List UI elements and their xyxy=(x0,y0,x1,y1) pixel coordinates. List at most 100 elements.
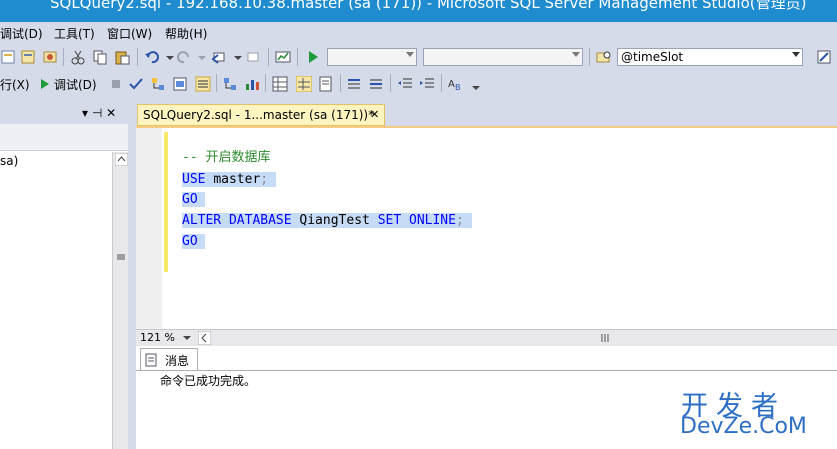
keyword-use: USE xyxy=(182,172,206,187)
scroll-grip-icon[interactable] xyxy=(116,252,126,262)
identifier-master: master xyxy=(213,172,261,187)
parameter-combo[interactable]: @timeSlot xyxy=(617,48,803,66)
toolbar-separator xyxy=(297,48,298,66)
svg-text:B: B xyxy=(455,83,461,92)
results-to-file-icon[interactable] xyxy=(318,76,334,92)
panel-splitter[interactable] xyxy=(128,104,136,449)
comment-lines-icon[interactable] xyxy=(346,76,362,92)
redo-icon[interactable] xyxy=(176,49,192,65)
menu-debug[interactable]: 调试(D) xyxy=(0,25,43,42)
change-tracking-bar xyxy=(164,132,168,272)
query-tools-icon[interactable] xyxy=(42,49,58,65)
results-to-grid-icon[interactable] xyxy=(272,76,288,92)
decrease-indent-icon[interactable] xyxy=(397,76,413,92)
hscroll-grip-icon[interactable] xyxy=(599,333,611,343)
toolbar-overflow-icon[interactable] xyxy=(468,78,484,94)
messages-tab-label: 消息 xyxy=(165,354,190,368)
cut-icon[interactable] xyxy=(70,49,86,65)
result-message: 命令已成功完成。 xyxy=(160,374,257,388)
tab-messages[interactable]: 消息 xyxy=(140,348,198,370)
toolbar-separator xyxy=(63,48,64,66)
execute-button[interactable]: 行(X) xyxy=(0,76,30,93)
redo-dropdown-icon[interactable] xyxy=(194,49,210,65)
tab-close-icon[interactable]: ✕ xyxy=(370,108,379,121)
client-stats-icon[interactable] xyxy=(244,76,260,92)
toolbar-separator xyxy=(340,74,341,92)
copy-icon[interactable] xyxy=(92,49,108,65)
identifier-qiangtest: QiangTest xyxy=(299,213,370,228)
results-to-text-icon[interactable] xyxy=(195,76,211,92)
activity-monitor-icon[interactable] xyxy=(275,49,291,65)
tab-sqlquery2[interactable]: SQLQuery2.sql - 1...master (sa (171))* ✕ xyxy=(137,104,385,126)
semicolon: ; xyxy=(260,172,269,187)
menu-help[interactable]: 帮助(H) xyxy=(165,25,207,42)
parse-checkmark-icon[interactable] xyxy=(128,76,144,92)
cancel-query-icon[interactable] xyxy=(108,76,124,92)
keyword-set-online: SET ONLINE xyxy=(377,213,456,228)
svg-text:A: A xyxy=(448,79,455,90)
navigate-forward-icon[interactable] xyxy=(246,49,262,65)
code-line-5: GO xyxy=(182,232,206,253)
tree-item[interactable]: sa) xyxy=(0,154,18,168)
navigate-dropdown-icon[interactable] xyxy=(230,49,246,65)
solution-config-combo[interactable] xyxy=(423,48,583,66)
object-explorer-header: ▾ ⊣ ✕ xyxy=(0,104,132,124)
results-to-grid-active-icon[interactable] xyxy=(296,76,312,92)
code-line-2: USE master; xyxy=(182,170,276,191)
toolbar-separator xyxy=(137,48,138,66)
find-in-files-icon[interactable] xyxy=(596,49,612,65)
code-comment: -- 开启数据库 xyxy=(182,150,271,165)
code-line-1: -- 开启数据库 xyxy=(182,148,270,169)
new-query-icon[interactable] xyxy=(0,49,16,65)
paste-icon[interactable] xyxy=(114,49,130,65)
toolbar-separator xyxy=(441,74,442,92)
toolbar-separator xyxy=(390,74,391,92)
query-in-editor-icon[interactable] xyxy=(172,76,188,92)
debug-play-icon[interactable] xyxy=(37,76,53,92)
document-tab-bar: SQLQuery2.sql - 1...master (sa (171))* ✕ xyxy=(136,104,837,126)
execute-icon[interactable] xyxy=(305,49,321,65)
title-bar: SQLQuery2.sql - 192.168.10.38.master (sa… xyxy=(0,0,837,22)
sql-editor[interactable]: -- 开启数据库 USE master; GO ALTER DATABASE Q… xyxy=(136,126,837,330)
uncomment-lines-icon[interactable] xyxy=(368,76,384,92)
object-explorer-toolbar xyxy=(0,124,132,151)
zoom-level[interactable]: 121 % xyxy=(140,331,175,344)
menu-tools[interactable]: 工具(T) xyxy=(54,25,95,42)
toolbar-separator xyxy=(265,74,266,92)
standard-toolbar: @timeSlot xyxy=(0,44,837,70)
increase-indent-icon[interactable] xyxy=(419,76,435,92)
editor-gutter xyxy=(136,128,162,330)
editor-horizontal-scrollbar[interactable]: 121 % xyxy=(136,329,837,347)
database-combo[interactable] xyxy=(327,48,417,66)
keyword-alter-database: ALTER DATABASE xyxy=(182,213,292,228)
object-explorer-panel: ▾ ⊣ ✕ sa) xyxy=(0,104,132,449)
toolbar-separator xyxy=(216,74,217,92)
database-query-icon[interactable] xyxy=(20,49,36,65)
semicolon: ; xyxy=(455,213,464,228)
toolbar-separator xyxy=(589,48,590,66)
parameter-combo-value: @timeSlot xyxy=(621,50,684,64)
keyword-go: GO xyxy=(182,234,198,249)
undo-icon[interactable] xyxy=(144,49,160,65)
solution-explorer-icon[interactable] xyxy=(816,49,832,65)
sql-editor-toolbar: 行(X) 调试(D) AB xyxy=(0,70,837,96)
keyword-go: GO xyxy=(182,192,198,207)
window-title: SQLQuery2.sql - 192.168.10.38.master (sa… xyxy=(50,0,807,12)
panel-header-controls[interactable]: ▾ ⊣ ✕ xyxy=(82,106,116,120)
scroll-left-icon[interactable] xyxy=(198,331,211,345)
results-tab-divider xyxy=(136,370,837,371)
menu-bar: 调试(D) 工具(T) 窗口(W) 帮助(H) xyxy=(0,22,837,44)
debug-button[interactable]: 调试(D) xyxy=(54,76,97,93)
include-plan-icon[interactable] xyxy=(222,76,238,92)
navigate-back-icon[interactable] xyxy=(212,49,228,65)
specify-template-values-icon[interactable]: AB xyxy=(448,76,464,92)
messages-icon xyxy=(145,353,157,367)
display-plan-icon[interactable] xyxy=(150,76,166,92)
menu-window[interactable]: 窗口(W) xyxy=(107,25,152,42)
watermark-domain: DevZe.CoM xyxy=(680,414,807,439)
code-line-4: ALTER DATABASE QiangTest SET ONLINE; xyxy=(182,211,472,232)
zoom-dropdown-icon[interactable] xyxy=(182,333,192,343)
scroll-up-icon[interactable] xyxy=(115,153,128,166)
toolbar-separator xyxy=(268,48,269,66)
tab-label: SQLQuery2.sql - 1...master (sa (171))* xyxy=(143,108,375,122)
